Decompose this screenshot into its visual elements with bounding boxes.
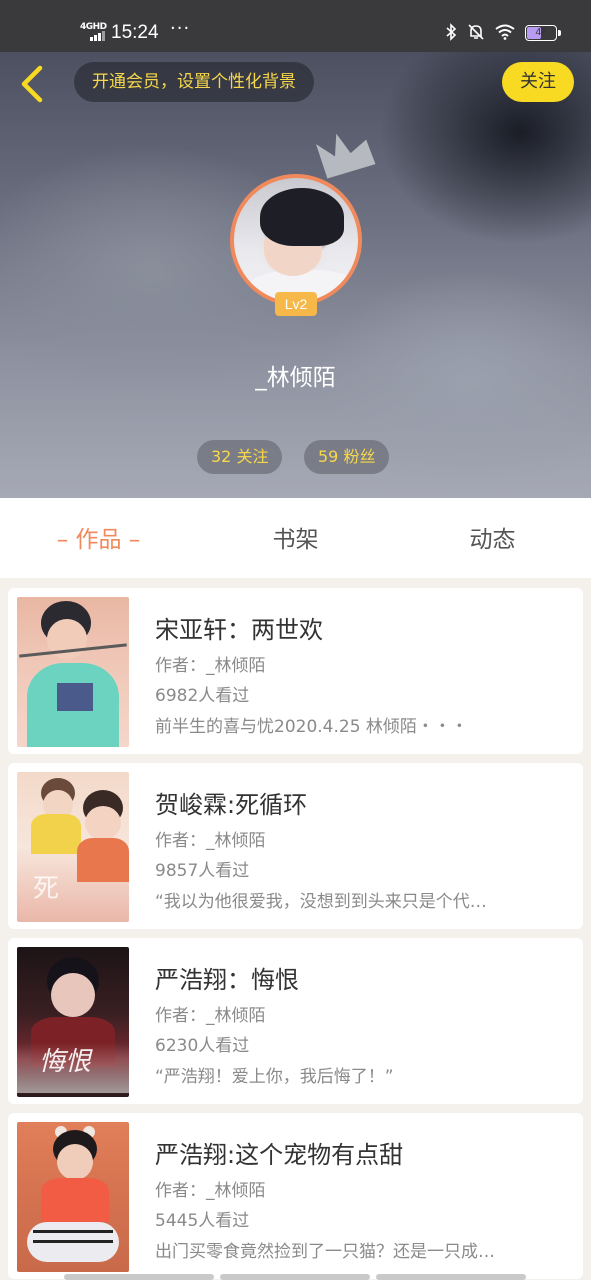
follow-button[interactable]: 关注	[502, 62, 574, 102]
work-title: 贺峻霖:死循环	[155, 791, 308, 819]
tab-works[interactable]: – 作品 –	[0, 498, 197, 578]
book-cover: 死	[17, 772, 129, 922]
profile-tabs: – 作品 – 书架 动态	[0, 498, 591, 578]
clock: 15:24	[111, 22, 159, 43]
list-item[interactable]: 宋亚轩：两世欢 作者：_林倾陌 6982人看过 前半生的喜与忧2020.4.25…	[8, 588, 583, 754]
avatar[interactable]	[230, 174, 362, 306]
work-views: 6230人看过	[155, 1036, 250, 1056]
book-cover	[17, 597, 129, 747]
username: _林倾陌	[255, 365, 336, 391]
tab-bookshelf[interactable]: 书架	[197, 498, 394, 578]
level-badge: Lv2	[275, 292, 317, 316]
work-author: 作者：_林倾陌	[155, 831, 266, 851]
work-summary: “严浩翔！爱上你，我后悔了！”	[155, 1067, 394, 1087]
mute-bell-icon	[467, 23, 485, 44]
works-list: 宋亚轩：两世欢 作者：_林倾陌 6982人看过 前半生的喜与忧2020.4.25…	[8, 588, 583, 1280]
list-item[interactable]: 死 贺峻霖:死循环 作者：_林倾陌 9857人看过 “我以为他很爱我，没想到到头…	[8, 763, 583, 929]
profile-header: 开通会员，设置个性化背景 关注 Lv2 _林倾陌 32 关注 59 粉丝	[0, 52, 591, 498]
following-count[interactable]: 32 关注	[197, 440, 283, 474]
work-title: 严浩翔：悔恨	[155, 966, 299, 994]
book-cover: 悔恨	[17, 947, 129, 1097]
book-cover	[17, 1122, 129, 1272]
bluetooth-icon	[445, 22, 457, 44]
bottom-scroll-indicator	[64, 1274, 526, 1280]
fans-count[interactable]: 59 粉丝	[304, 440, 390, 474]
work-title: 宋亚轩：两世欢	[155, 616, 323, 644]
back-button[interactable]	[16, 64, 46, 104]
signal-icon	[90, 30, 105, 41]
tab-activity[interactable]: 动态	[394, 498, 591, 578]
battery-level: 47	[535, 27, 547, 38]
more-notifications-icon: ···	[170, 18, 191, 39]
work-summary: “我以为他很爱我，没想到到头来只是个代…	[155, 892, 487, 912]
work-views: 5445人看过	[155, 1211, 250, 1231]
list-item[interactable]: 严浩翔:这个宠物有点甜 作者：_林倾陌 5445人看过 出门买零食竟然捡到了一只…	[8, 1113, 583, 1279]
work-views: 6982人看过	[155, 686, 250, 706]
work-summary: 前半生的喜与忧2020.4.25 林倾陌・・・	[155, 717, 468, 737]
work-views: 9857人看过	[155, 861, 250, 881]
battery-icon: 47	[525, 25, 561, 41]
vip-background-banner[interactable]: 开通会员，设置个性化背景	[74, 62, 314, 102]
work-author: 作者：_林倾陌	[155, 1181, 266, 1201]
wifi-icon	[495, 24, 515, 43]
chevron-left-icon	[21, 65, 43, 103]
list-item[interactable]: 悔恨 严浩翔：悔恨 作者：_林倾陌 6230人看过 “严浩翔！爱上你，我后悔了！…	[8, 938, 583, 1104]
status-bar: 4GHD 15:24 ··· 47	[0, 0, 591, 52]
work-summary: 出门买零食竟然捡到了一只猫？还是一只成…	[155, 1242, 495, 1262]
work-author: 作者：_林倾陌	[155, 1006, 266, 1026]
work-title: 严浩翔:这个宠物有点甜	[155, 1141, 404, 1169]
work-author: 作者：_林倾陌	[155, 656, 266, 676]
